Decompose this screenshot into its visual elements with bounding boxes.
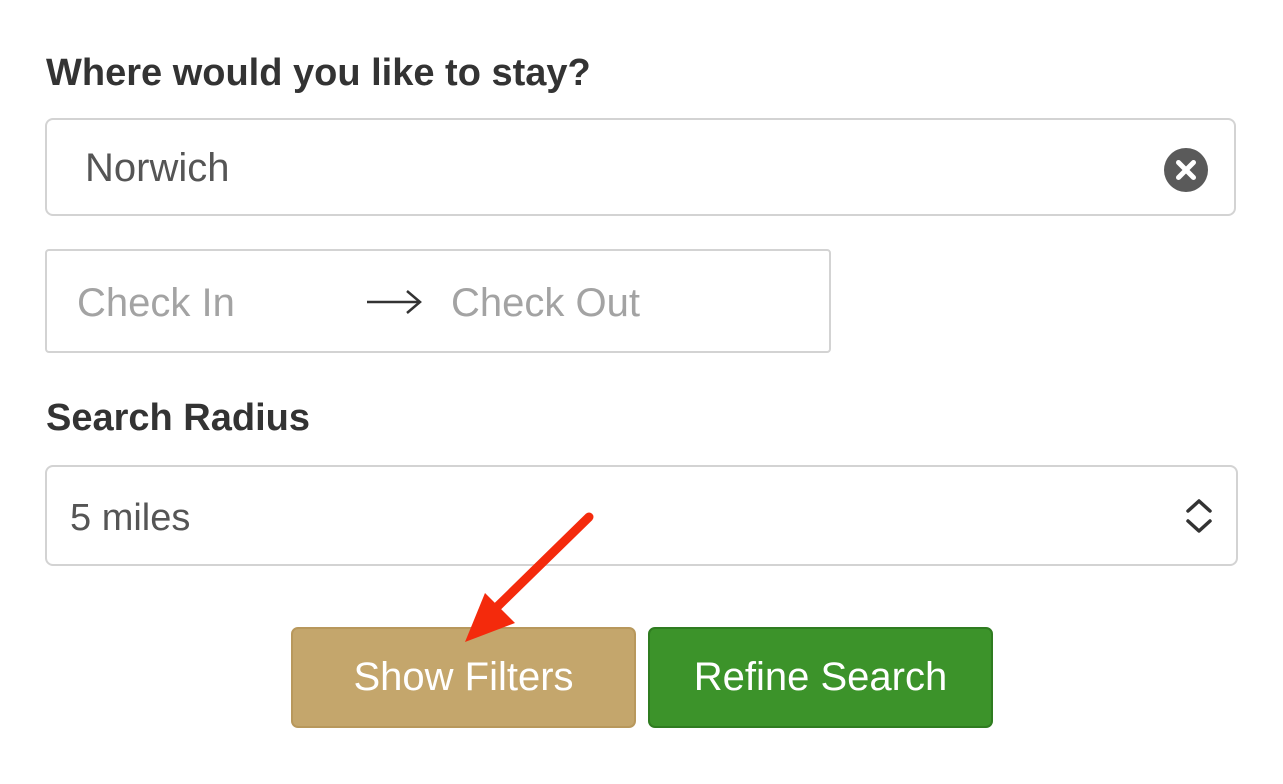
close-circle-icon[interactable] bbox=[1164, 148, 1208, 192]
location-heading: Where would you like to stay? bbox=[46, 52, 591, 94]
location-input[interactable]: Norwich bbox=[45, 118, 1236, 216]
chevron-up-down-icon bbox=[1184, 497, 1214, 540]
check-in-field[interactable]: Check In bbox=[77, 283, 235, 323]
date-range-picker[interactable]: Check In Check Out bbox=[45, 249, 831, 353]
search-radius-select[interactable]: 5 miles bbox=[45, 465, 1238, 566]
search-radius-value: 5 miles bbox=[70, 497, 191, 539]
arrow-right-icon bbox=[365, 289, 423, 320]
check-out-field[interactable]: Check Out bbox=[451, 283, 640, 323]
show-filters-button[interactable]: Show Filters bbox=[291, 627, 636, 728]
refine-search-button[interactable]: Refine Search bbox=[648, 627, 993, 728]
location-value[interactable]: Norwich bbox=[85, 148, 229, 188]
radius-heading: Search Radius bbox=[46, 397, 310, 439]
